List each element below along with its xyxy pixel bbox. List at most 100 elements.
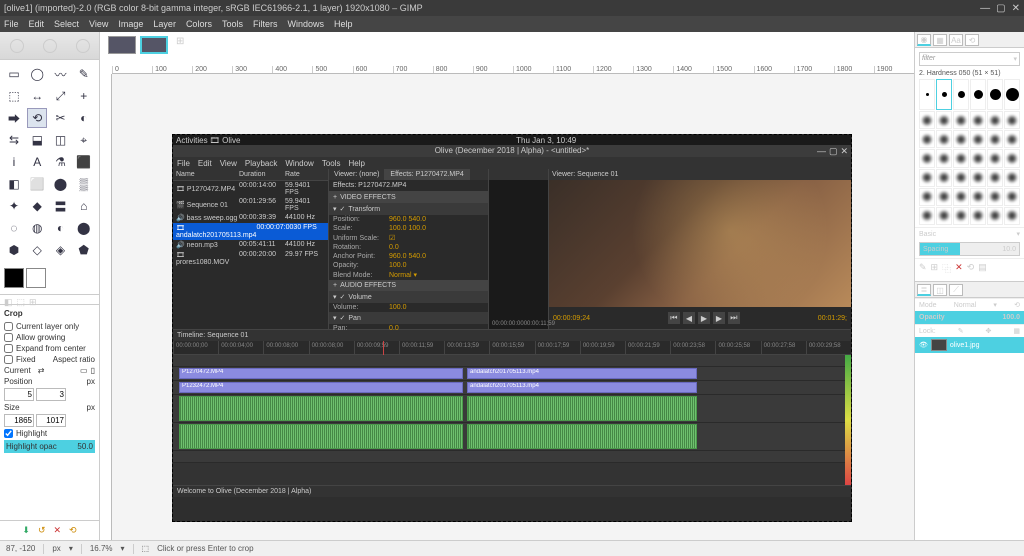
revert-icon[interactable]: ↺ — [38, 525, 46, 536]
menu-item[interactable]: Help — [334, 19, 353, 29]
tool-button[interactable]: ⟲ — [27, 108, 47, 128]
brush-item[interactable] — [953, 149, 969, 167]
tool-button[interactable]: ⮕ — [4, 108, 24, 128]
menu-icon[interactable]: ▤ — [978, 262, 987, 275]
spacing-slider[interactable]: Spacing 10.0 — [919, 242, 1020, 256]
highlight-checkbox[interactable] — [4, 429, 13, 438]
refresh-icon[interactable]: ⟲ — [967, 262, 975, 275]
menu-item[interactable]: Filters — [253, 19, 278, 29]
paths-tab-icon[interactable]: ⟋ — [949, 284, 963, 296]
tool-button[interactable]: ⬤ — [74, 218, 94, 238]
image-tab[interactable] — [140, 36, 168, 54]
tool-button[interactable]: ⌖ — [74, 130, 94, 150]
tool-button[interactable]: ⌂ — [74, 196, 94, 216]
brush-item[interactable] — [919, 207, 935, 225]
expand-center-checkbox[interactable] — [4, 344, 13, 353]
menu-item[interactable]: Tools — [222, 19, 243, 29]
brush-item[interactable] — [987, 111, 1003, 129]
edit-brush-icon[interactable]: ✎ — [919, 262, 927, 275]
tool-button[interactable]: ◫ — [51, 130, 71, 150]
brush-item[interactable] — [936, 111, 952, 129]
size-w-input[interactable] — [4, 414, 34, 427]
zoom-level[interactable]: 16.7% — [90, 544, 113, 553]
chevron-down-icon[interactable]: ▾ — [993, 301, 997, 309]
brush-item[interactable] — [953, 130, 969, 148]
brush-item[interactable] — [1004, 130, 1020, 148]
tool-button[interactable]: ⬚ — [4, 86, 24, 106]
brush-item[interactable] — [970, 111, 986, 129]
brush-item[interactable] — [970, 79, 986, 110]
fixed-checkbox[interactable] — [4, 355, 13, 364]
opacity-slider[interactable]: Opacity 100.0 — [915, 311, 1024, 324]
tool-button[interactable]: ⬜ — [27, 174, 47, 194]
brush-item[interactable] — [1004, 79, 1020, 110]
image-tab[interactable] — [108, 36, 136, 54]
channels-tab-icon[interactable]: ◫ — [933, 284, 947, 296]
tool-button[interactable]: ◧ — [4, 174, 24, 194]
allow-growing-checkbox[interactable] — [4, 333, 13, 342]
menu-item[interactable]: Image — [118, 19, 143, 29]
tool-button[interactable]: ✦ — [4, 196, 24, 216]
chevron-down-icon[interactable]: ▾ — [1016, 230, 1020, 238]
brush-item[interactable] — [919, 149, 935, 167]
current-layer-checkbox[interactable] — [4, 322, 13, 331]
patterns-tab-icon[interactable]: ▦ — [933, 34, 947, 46]
lock-alpha-icon[interactable]: ▦ — [1013, 327, 1020, 335]
chevron-down-icon[interactable]: ▾ — [69, 544, 73, 553]
tool-button[interactable]: i — [4, 152, 24, 172]
tool-button[interactable]: ◐ — [74, 108, 94, 128]
brush-item[interactable] — [1004, 111, 1020, 129]
reset-icon[interactable]: ⟲ — [69, 525, 77, 536]
tab-icon[interactable]: ◧ — [4, 297, 13, 302]
tool-button[interactable]: ⬟ — [74, 240, 94, 260]
tool-button[interactable]: ◯ — [27, 64, 47, 84]
layers-tab-icon[interactable]: ≣ — [917, 284, 931, 296]
tool-button[interactable]: ⬤ — [51, 174, 71, 194]
tool-button[interactable]: ▒ — [74, 174, 94, 194]
brush-item[interactable] — [987, 149, 1003, 167]
brush-item[interactable] — [936, 207, 952, 225]
menu-item[interactable]: Windows — [287, 19, 324, 29]
brush-item[interactable] — [970, 169, 986, 187]
tool-button[interactable]: ⤢ — [51, 86, 71, 106]
brush-item[interactable] — [953, 79, 969, 110]
history-tab-icon[interactable]: ⟲ — [965, 34, 979, 46]
brushes-tab-icon[interactable]: ◉ — [917, 34, 931, 46]
tool-button[interactable]: ◌ — [4, 218, 24, 238]
minimize-icon[interactable]: — — [980, 3, 990, 14]
brush-item[interactable] — [987, 169, 1003, 187]
tool-button[interactable]: ↔ — [27, 86, 47, 106]
menu-item[interactable]: Select — [54, 19, 79, 29]
menu-item[interactable]: View — [89, 19, 108, 29]
tool-button[interactable]: ⬢ — [4, 240, 24, 260]
grid-toggle-icon[interactable]: ⊞ — [176, 36, 184, 54]
brush-item[interactable] — [953, 111, 969, 129]
tool-button[interactable]: ⇆ — [4, 130, 24, 150]
tool-button[interactable]: + — [74, 86, 94, 106]
brush-item[interactable] — [1004, 188, 1020, 206]
menu-item[interactable]: File — [4, 19, 19, 29]
fg-color-swatch[interactable] — [4, 268, 24, 288]
orient-icon[interactable]: ▯ — [91, 366, 95, 375]
brush-item[interactable] — [953, 169, 969, 187]
new-brush-icon[interactable]: ⊞ — [931, 262, 939, 275]
brush-item[interactable] — [970, 188, 986, 206]
lock-pixels-icon[interactable]: ✎ — [958, 327, 964, 335]
brush-item[interactable] — [987, 207, 1003, 225]
brush-item[interactable] — [1004, 149, 1020, 167]
eye-icon[interactable]: 👁 — [919, 341, 928, 349]
menu-item[interactable]: Layer — [153, 19, 176, 29]
brush-item[interactable] — [987, 188, 1003, 206]
save-icon[interactable]: ⬇ — [22, 525, 30, 536]
tool-button[interactable]: ✂ — [51, 108, 71, 128]
fonts-tab-icon[interactable]: Aa — [949, 34, 963, 46]
delete-icon[interactable]: ✕ — [54, 525, 62, 536]
brush-item[interactable] — [936, 79, 952, 110]
tool-button[interactable]: 〰 — [51, 64, 71, 84]
brush-item[interactable] — [987, 79, 1003, 110]
brush-item[interactable] — [970, 149, 986, 167]
brush-item[interactable] — [970, 130, 986, 148]
menu-item[interactable]: Edit — [29, 19, 45, 29]
tool-button[interactable]: ▭ — [4, 64, 24, 84]
tool-button[interactable]: ⚗ — [51, 152, 71, 172]
